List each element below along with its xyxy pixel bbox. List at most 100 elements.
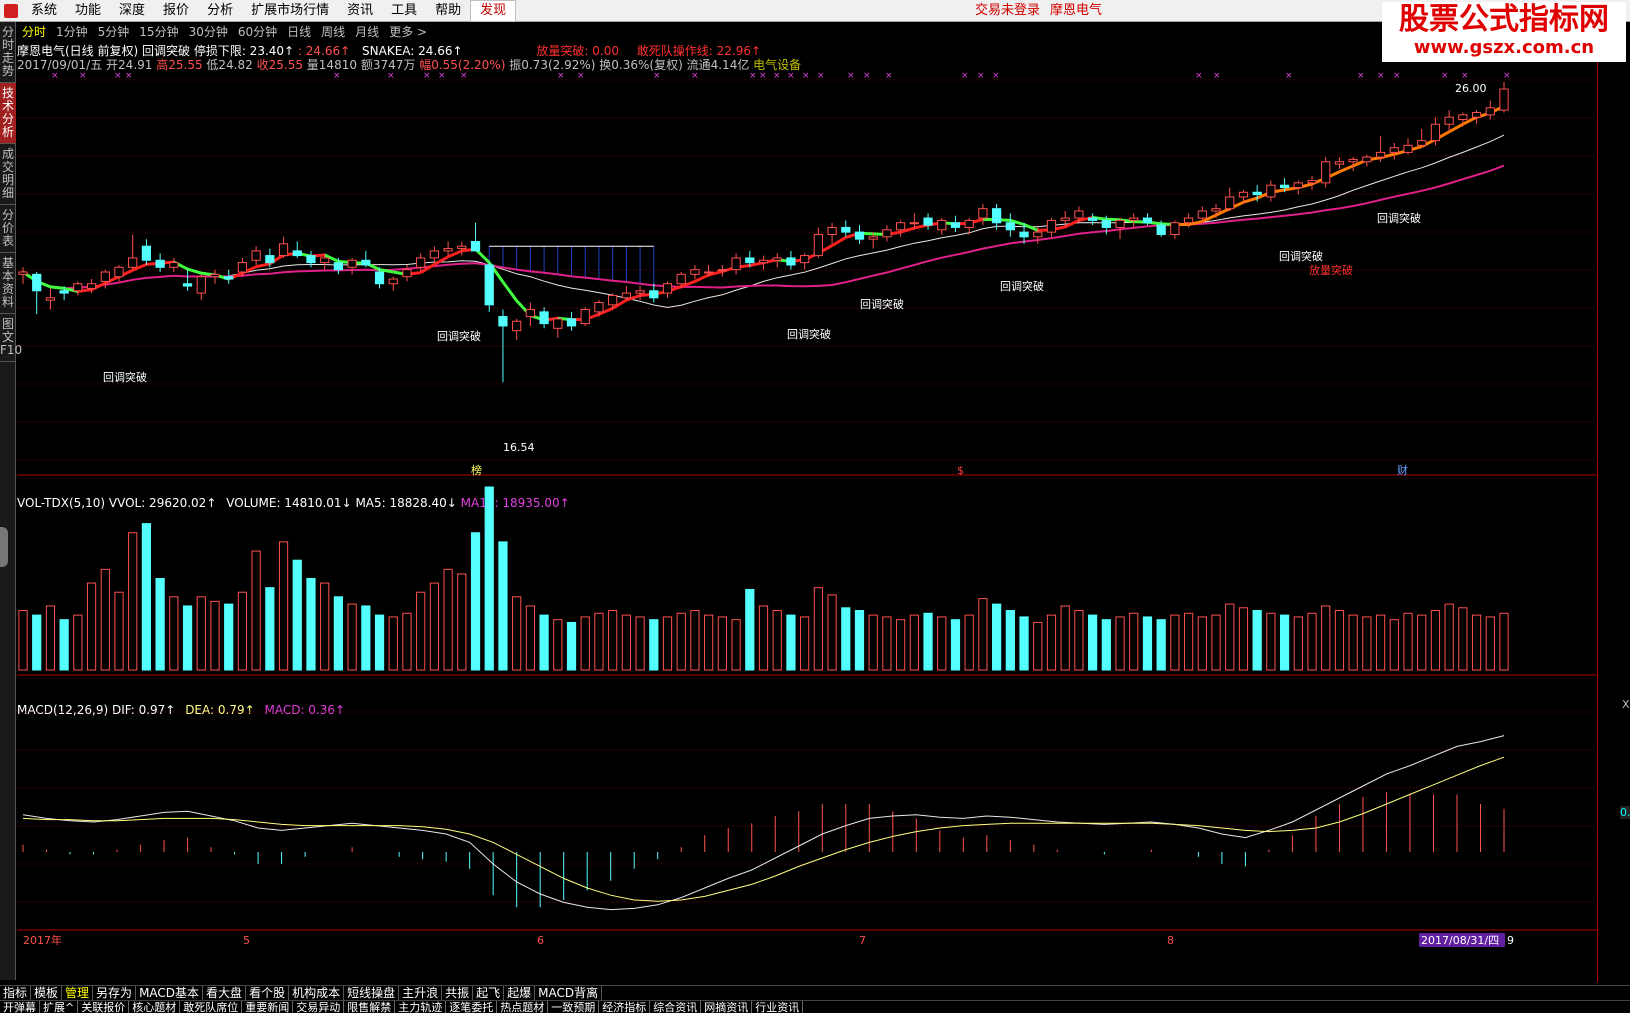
btab-market[interactable]: 看大盘 bbox=[203, 986, 247, 1000]
info-tab-3[interactable]: 核心题材 bbox=[129, 1001, 181, 1013]
menu-tools[interactable]: 工具 bbox=[382, 0, 426, 22]
volume-bar bbox=[86, 582, 97, 671]
financial-tag[interactable]: 财 bbox=[1397, 463, 1408, 477]
low-price-label: 16.54 bbox=[503, 441, 535, 454]
tab-f10[interactable]: 图文F10 bbox=[0, 314, 22, 362]
info-tab-4[interactable]: 敢死队席位 bbox=[180, 1001, 243, 1013]
candle-body bbox=[45, 297, 56, 301]
login-status-link[interactable]: 交易未登录 bbox=[975, 0, 1040, 22]
info-tab-10[interactable]: 热点题材 bbox=[497, 1001, 549, 1013]
menu-quote[interactable]: 报价 bbox=[154, 0, 198, 22]
info-tab-0[interactable]: 开弹幕 bbox=[0, 1001, 40, 1013]
dragon-tiger-tag[interactable]: 榜 bbox=[471, 463, 482, 477]
app-logo-icon[interactable] bbox=[4, 4, 18, 18]
tab-technical[interactable]: 技术分析 bbox=[0, 83, 16, 144]
watermark-logo: 股票公式指标网 www.gszx.com.cn bbox=[1382, 2, 1626, 62]
volume-bar bbox=[18, 610, 28, 671]
tab-trade-details[interactable]: 成交明细 bbox=[0, 144, 16, 205]
annot-label-4: 回调突破 bbox=[860, 297, 904, 311]
candle-body bbox=[635, 290, 645, 294]
menu-extended-market[interactable]: 扩展市场行情 bbox=[242, 0, 338, 22]
volume-bar bbox=[141, 523, 152, 671]
btab-main-wave[interactable]: 主升浪 bbox=[399, 986, 443, 1000]
candle-body bbox=[594, 301, 604, 313]
date-label-may: 5 bbox=[243, 934, 250, 947]
dividend-tag[interactable]: $ bbox=[957, 464, 964, 477]
signal-cross-mark: × bbox=[1441, 71, 1449, 81]
info-tab-2[interactable]: 关联报价 bbox=[78, 1001, 130, 1013]
tab-fundamentals[interactable]: 基本资料 bbox=[0, 253, 16, 314]
period-weekly[interactable]: 周线 bbox=[316, 22, 350, 42]
period-15min[interactable]: 15分钟 bbox=[134, 22, 183, 42]
collapse-handle[interactable] bbox=[0, 527, 8, 567]
signal-cross-mark: × bbox=[79, 71, 87, 81]
info-tab-bar: 开弹幕 扩展^ 关联报价 核心题材 敢死队席位 重要新闻 交易异动 限售解禁 主… bbox=[0, 1000, 1630, 1013]
btab-takeoff[interactable]: 起飞 bbox=[473, 986, 505, 1000]
info-tab-13[interactable]: 综合资讯 bbox=[650, 1001, 702, 1013]
info-tab-11[interactable]: 一致预期 bbox=[548, 1001, 600, 1013]
info-tab-9[interactable]: 逐笔委托 bbox=[446, 1001, 498, 1013]
candle-body bbox=[182, 283, 193, 287]
volume-bar bbox=[882, 616, 892, 671]
info-tab-8[interactable]: 主力轨迹 bbox=[395, 1001, 447, 1013]
tab-intraday[interactable]: 分时走势 bbox=[0, 22, 16, 83]
period-5min[interactable]: 5分钟 bbox=[93, 22, 135, 42]
volume-bar bbox=[1211, 614, 1221, 671]
menu-help[interactable]: 帮助 bbox=[426, 0, 470, 22]
info-tab-15[interactable]: 行业资讯 bbox=[752, 1001, 804, 1013]
btab-macd-basic[interactable]: MACD基本 bbox=[136, 986, 204, 1000]
menu-system[interactable]: 系统 bbox=[22, 0, 66, 22]
volume-bar bbox=[320, 582, 330, 671]
info-tab-14[interactable]: 网摘资讯 bbox=[701, 1001, 753, 1013]
candle-body bbox=[868, 236, 878, 240]
signal-cross-mark: × bbox=[863, 71, 871, 81]
period-daily[interactable]: 日线 bbox=[282, 22, 316, 42]
menu-news[interactable]: 资讯 bbox=[338, 0, 382, 22]
btab-save-as[interactable]: 另存为 bbox=[93, 986, 137, 1000]
period-more[interactable]: 更多 > bbox=[384, 22, 432, 42]
info-tab-6[interactable]: 交易异动 bbox=[293, 1001, 345, 1013]
btab-indicator[interactable]: 指标 bbox=[0, 986, 32, 1000]
volume-bar bbox=[1115, 616, 1125, 671]
btab-stock[interactable]: 看个股 bbox=[246, 986, 290, 1000]
period-30min[interactable]: 30分钟 bbox=[184, 22, 233, 42]
btab-inst-cost[interactable]: 机构成本 bbox=[289, 986, 345, 1000]
volume-bar bbox=[237, 591, 248, 671]
btab-explode[interactable]: 起爆 bbox=[504, 986, 536, 1000]
volume-bar bbox=[429, 582, 440, 671]
info-tab-7[interactable]: 限售解禁 bbox=[344, 1001, 396, 1013]
menu-depth[interactable]: 深度 bbox=[110, 0, 154, 22]
info-tab-12[interactable]: 经济指标 bbox=[599, 1001, 651, 1013]
volume-bar bbox=[690, 610, 700, 671]
period-60min[interactable]: 60分钟 bbox=[233, 22, 282, 42]
menu-items: 系统 功能 深度 报价 分析 扩展市场行情 资讯 工具 帮助 发现 bbox=[22, 0, 517, 22]
candle-body bbox=[1485, 107, 1495, 116]
moving-average-lines bbox=[22, 104, 1505, 322]
btab-manage[interactable]: 管理 bbox=[62, 986, 94, 1000]
volume-bar bbox=[251, 550, 261, 671]
period-bar: 分时 1分钟 5分钟 15分钟 30分钟 60分钟 日线 周线 月线 更多 > bbox=[17, 22, 432, 42]
macd-dea-line bbox=[22, 756, 1505, 902]
period-monthly[interactable]: 月线 bbox=[350, 22, 384, 42]
menu-analysis[interactable]: 分析 bbox=[198, 0, 242, 22]
signal-cross-mark: × bbox=[992, 71, 1000, 81]
btab-short-term[interactable]: 短线操盘 bbox=[344, 986, 400, 1000]
chart-area[interactable]: 回调突破 回调突破 回调突破 回调突破 回调突破 回调突破 放量突破 回调突破 … bbox=[17, 42, 1597, 982]
menu-function[interactable]: 功能 bbox=[66, 0, 110, 22]
period-1min[interactable]: 1分钟 bbox=[51, 22, 93, 42]
btab-resonance[interactable]: 共振 bbox=[442, 986, 474, 1000]
btab-macd-divergence[interactable]: MACD背离 bbox=[535, 986, 603, 1000]
candle-body bbox=[923, 217, 933, 226]
tab-price-table[interactable]: 分价表 bbox=[0, 205, 16, 253]
candle-body bbox=[1430, 123, 1441, 142]
info-tab-1[interactable]: 扩展^ bbox=[40, 1001, 79, 1013]
btab-template[interactable]: 模板 bbox=[31, 986, 63, 1000]
candle-body bbox=[813, 233, 823, 257]
volume-bar bbox=[758, 605, 769, 671]
period-intraday[interactable]: 分时 bbox=[17, 22, 51, 42]
signal-cross-mark: × bbox=[577, 71, 585, 81]
close-x-button[interactable]: X bbox=[1622, 698, 1630, 711]
menu-discover[interactable]: 发现 bbox=[470, 0, 517, 22]
volume-bar bbox=[1142, 616, 1153, 671]
info-tab-5[interactable]: 重要新闻 bbox=[242, 1001, 294, 1013]
